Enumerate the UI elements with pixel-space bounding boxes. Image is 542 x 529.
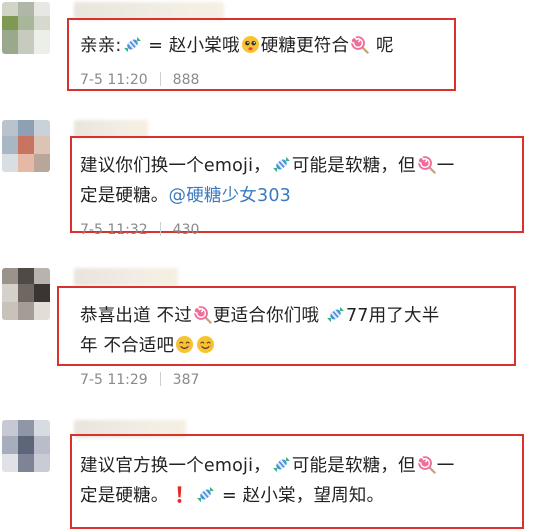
comment-item: 亲亲: = 赵小棠哦 硬糖更符合 呢 7-5 11:20 888 <box>0 0 542 100</box>
comment-text-segment <box>190 486 196 506</box>
comment-text-segment: 一 <box>436 156 455 176</box>
comment-date: 7-5 11:29 <box>80 372 148 388</box>
comment-text-segment: 建议你们换一个emoji， <box>80 156 271 176</box>
mention-link[interactable]: @硬糖少女303 <box>169 186 292 206</box>
comment-text: 恭喜出道 不过 更适合你们哦 77用了大半 <box>80 300 439 333</box>
comment-text-segment: 亲亲: <box>80 36 122 56</box>
lollipop-icon <box>350 35 369 54</box>
comment-text-segment: 更适合你们哦 <box>212 306 325 326</box>
candy-icon <box>326 305 345 324</box>
comment-text: 定是硬糖。 = 赵小棠，望周知。 <box>80 480 384 513</box>
avatar[interactable] <box>2 2 50 54</box>
avatar[interactable] <box>2 120 50 172</box>
candy-icon <box>272 455 291 474</box>
comment-date: 7-5 11:32 <box>80 222 148 238</box>
comment-meta: 7-5 11:29 387 <box>80 372 199 388</box>
comment-item: 建议你们换一个emoji， 可能是软糖，但一 定是硬糖。@硬糖少女303 7-5 … <box>0 100 542 250</box>
candy-icon <box>123 35 142 54</box>
lollipop-icon <box>193 305 212 324</box>
comment-text: 年 不合适吧 <box>80 330 216 363</box>
comment-text-segment: = 赵小棠哦 <box>142 36 240 56</box>
lollipop-icon <box>417 455 436 474</box>
comment-text-segment: 可能是软糖，但 <box>291 156 416 176</box>
comment-date: 7-5 11:20 <box>80 72 148 88</box>
candy-icon <box>272 155 291 174</box>
comment-text-segment: 定是硬糖。 <box>80 186 169 206</box>
comment-text: 建议你们换一个emoji， 可能是软糖，但一 <box>80 150 454 183</box>
like-count[interactable]: 888 <box>173 72 200 88</box>
comment-item: 建议官方换一个emoji， 可能是软糖，但一 定是硬糖。 = 赵小棠，望周知。 <box>0 410 542 529</box>
like-count[interactable]: 430 <box>173 222 200 238</box>
avatar[interactable] <box>2 268 50 320</box>
comment-meta: 7-5 11:32 430 <box>80 222 199 238</box>
comment-text: 建议官方换一个emoji， 可能是软糖，但一 <box>80 450 454 483</box>
username-blurred[interactable] <box>74 268 178 286</box>
comment-item: 恭喜出道 不过 更适合你们哦 77用了大半 年 不合适吧 7-5 11:29 387 <box>0 262 542 402</box>
exclamation-icon <box>170 485 189 504</box>
pleading-face-icon <box>241 35 260 54</box>
smiling-face-icon <box>175 335 194 354</box>
like-count[interactable]: 387 <box>173 372 200 388</box>
comment-text-segment: 硬糖更符合 <box>260 36 350 56</box>
comment-text-segment: 一 <box>436 456 455 476</box>
comment-text-segment: 77用了大半 <box>345 306 440 326</box>
comment-text-segment: 恭喜出道 不过 <box>80 306 192 326</box>
candy-icon <box>196 485 215 504</box>
comment-text-segment: 定是硬糖。 <box>80 486 169 506</box>
comment-meta: 7-5 11:20 888 <box>80 72 199 88</box>
comment-text: 定是硬糖。@硬糖少女303 <box>80 180 291 213</box>
smiling-face-icon <box>196 335 215 354</box>
lollipop-icon <box>417 155 436 174</box>
comment-text-segment: 可能是软糖，但 <box>291 456 416 476</box>
comment-text: 亲亲: = 赵小棠哦 硬糖更符合 呢 <box>80 30 394 63</box>
avatar[interactable] <box>2 420 50 472</box>
comment-text-segment: = 赵小棠，望周知。 <box>216 486 385 506</box>
comment-text-segment: 年 不合适吧 <box>80 336 175 356</box>
comment-text-segment: 建议官方换一个emoji， <box>80 456 271 476</box>
comment-text-segment: 呢 <box>370 36 394 56</box>
